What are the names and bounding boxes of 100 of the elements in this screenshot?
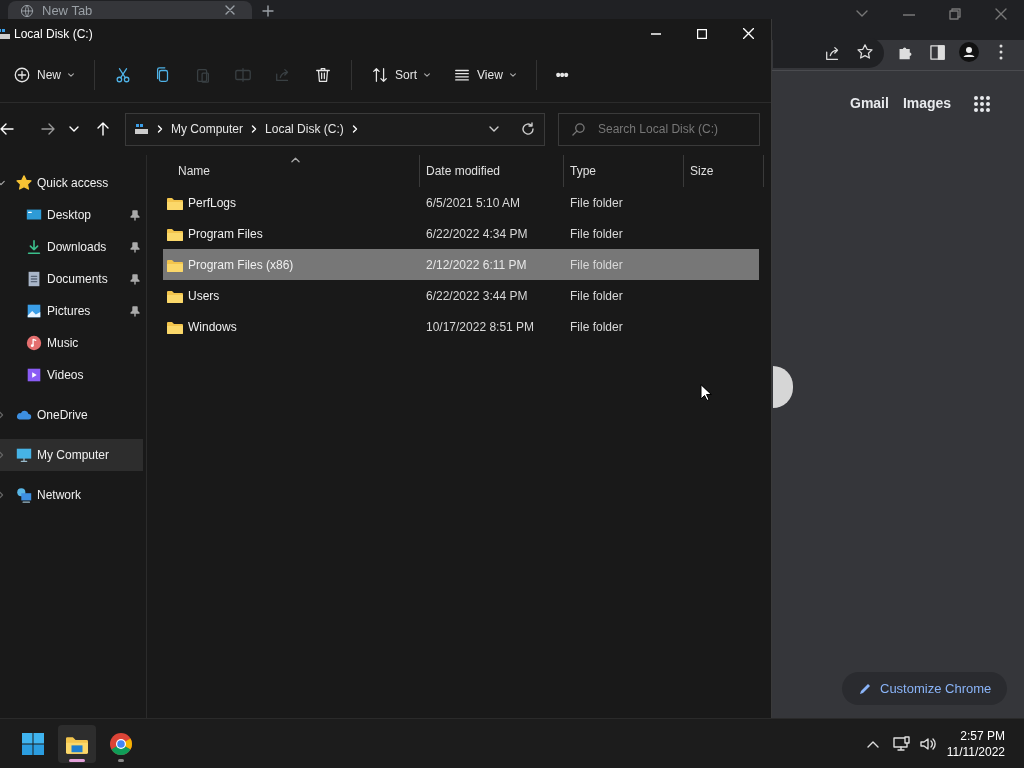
up-arrow-icon bbox=[96, 122, 110, 136]
rename-icon bbox=[234, 66, 252, 84]
clipboard-icon bbox=[194, 66, 212, 84]
column-header[interactable]: Type bbox=[564, 162, 596, 180]
item-type: File folder bbox=[570, 257, 623, 272]
sidebar-item[interactable]: Music bbox=[0, 327, 143, 359]
drive-icon bbox=[135, 123, 149, 135]
date-modified: 6/22/2022 4:34 PM bbox=[426, 226, 528, 241]
side-panel-icon bbox=[930, 45, 945, 60]
chevron-right-icon bbox=[351, 125, 358, 133]
view-button[interactable]: View bbox=[445, 57, 525, 93]
sidebar-item[interactable]: Documents bbox=[0, 263, 143, 295]
download-icon bbox=[25, 238, 43, 256]
sidebar-item[interactable]: My Computer bbox=[0, 439, 143, 471]
clock-date[interactable]: 11/11/2022 bbox=[946, 743, 1005, 760]
omnibox[interactable] bbox=[773, 38, 884, 68]
more-button[interactable]: ••• bbox=[547, 57, 576, 93]
file-row[interactable]: PerfLogs 6/5/2021 5:10 AM File folder bbox=[163, 187, 759, 218]
forward-arrow-icon bbox=[41, 122, 55, 136]
file-name: Users bbox=[188, 287, 220, 305]
cursor-icon bbox=[700, 384, 712, 402]
column-header[interactable]: Name bbox=[163, 162, 210, 180]
scissors-icon bbox=[114, 66, 132, 84]
browser-tab[interactable]: New Tab bbox=[8, 1, 252, 19]
taskbar-app[interactable] bbox=[58, 724, 96, 763]
header-link[interactable]: Images bbox=[902, 93, 952, 114]
date-modified: 6/5/2021 5:10 AM bbox=[426, 195, 521, 210]
sidebar-item[interactable]: Network bbox=[0, 479, 143, 511]
date-modified: 10/17/2022 8:51 PM bbox=[426, 319, 535, 334]
close-icon bbox=[225, 5, 235, 15]
chevron-down-icon bbox=[489, 124, 499, 134]
picture-icon bbox=[25, 302, 43, 320]
star-icon bbox=[856, 43, 874, 61]
chevron-down-icon bbox=[508, 71, 517, 79]
chevron-down-icon bbox=[855, 9, 869, 19]
close-icon bbox=[742, 28, 754, 39]
file-name: Program Files (x86) bbox=[188, 256, 294, 274]
plus-circle-icon bbox=[13, 66, 31, 84]
item-type: File folder bbox=[570, 288, 623, 303]
puzzle-icon bbox=[897, 44, 914, 61]
back-arrow-icon bbox=[0, 122, 14, 136]
star-icon bbox=[15, 174, 33, 192]
music-note-icon bbox=[25, 334, 43, 352]
chevron-right-icon bbox=[251, 125, 258, 133]
tab-title: New Tab bbox=[42, 4, 93, 17]
column-header[interactable]: Size bbox=[684, 162, 714, 180]
chevron-right-icon bbox=[157, 125, 163, 133]
chevron-down-icon bbox=[69, 124, 79, 134]
file-name: Windows bbox=[188, 318, 237, 336]
new-button[interactable]: New bbox=[5, 57, 83, 93]
file-row[interactable]: Windows 10/17/2022 8:51 PM File folder bbox=[163, 311, 759, 342]
file-name: Program Files bbox=[188, 225, 263, 243]
speaker-icon bbox=[918, 735, 937, 752]
search-icon bbox=[572, 122, 585, 136]
plus-icon bbox=[262, 5, 274, 17]
address-bar[interactable]: My Computer Local Disk (C:) bbox=[125, 112, 545, 146]
header-link[interactable]: Gmail bbox=[850, 93, 889, 114]
clock-time[interactable]: 2:57 PM bbox=[960, 727, 1005, 744]
sidebar-item[interactable]: Desktop bbox=[0, 199, 143, 231]
date-modified: 2/12/2022 6:11 PM bbox=[426, 257, 527, 272]
search-box-edge bbox=[773, 366, 793, 408]
chevron-down-icon bbox=[423, 71, 432, 79]
file-name: PerfLogs bbox=[188, 194, 237, 212]
sidebar-item[interactable]: Videos bbox=[0, 359, 143, 391]
item-type: File folder bbox=[570, 226, 623, 241]
column-header[interactable]: Date modified bbox=[420, 162, 501, 180]
apps-grid-icon bbox=[973, 94, 992, 113]
maximize-icon bbox=[697, 28, 707, 39]
sidebar-item[interactable]: OneDrive bbox=[0, 399, 143, 431]
trash-icon bbox=[314, 66, 332, 84]
date-modified: 6/22/2022 3:44 PM bbox=[426, 288, 528, 303]
breadcrumb[interactable]: Local Disk (C:) bbox=[265, 120, 344, 138]
sort-icon bbox=[371, 66, 389, 84]
sidebar-item[interactable]: Downloads bbox=[0, 231, 143, 263]
customize-chrome-button[interactable]: Customize Chrome bbox=[842, 672, 1008, 705]
network-icon bbox=[15, 486, 33, 504]
file-row[interactable]: Program Files (x86) 2/12/2022 6:11 PM File folder bbox=[163, 249, 759, 280]
pencil-icon bbox=[858, 681, 872, 696]
minimize-icon bbox=[903, 14, 915, 16]
windows-logo-icon bbox=[21, 731, 45, 756]
search-field[interactable]: Search Local Disk (C:) bbox=[558, 112, 760, 146]
sidebar-item[interactable]: Quick access bbox=[0, 167, 143, 199]
file-row[interactable]: Users 6/22/2022 3:44 PM File folder bbox=[163, 280, 759, 311]
file-row[interactable]: Program Files 6/22/2022 4:34 PM File folder bbox=[163, 218, 759, 249]
chevron-down-icon bbox=[67, 71, 75, 79]
video-icon bbox=[25, 366, 43, 384]
monitor-icon bbox=[15, 446, 33, 464]
refresh-icon bbox=[521, 122, 535, 136]
profile-icon bbox=[959, 42, 979, 62]
chrome-logo-icon bbox=[109, 731, 133, 756]
sort-button[interactable]: Sort bbox=[363, 57, 440, 93]
kebab-menu-icon bbox=[999, 44, 1003, 60]
restore-icon bbox=[949, 8, 961, 20]
sidebar-item[interactable]: Pictures bbox=[0, 295, 143, 327]
close-icon bbox=[995, 8, 1007, 20]
drive-icon bbox=[0, 27, 11, 40]
globe-icon bbox=[20, 4, 34, 18]
item-type: File folder bbox=[570, 319, 623, 334]
breadcrumb[interactable]: My Computer bbox=[171, 120, 244, 138]
network-monitor-icon bbox=[892, 735, 911, 752]
